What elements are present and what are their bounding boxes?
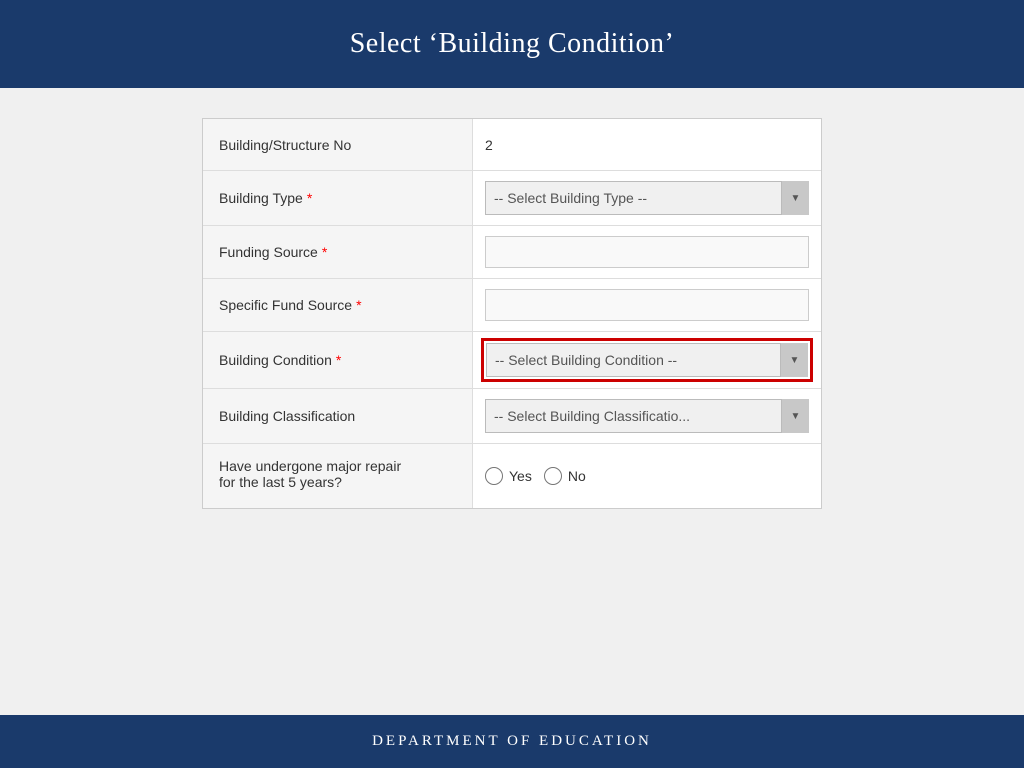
- row-major-repair: Have undergone major repair for the last…: [203, 444, 821, 508]
- label-building-type: Building Type *: [203, 171, 473, 225]
- row-building-structure-no: Building/Structure No 2: [203, 119, 821, 171]
- row-funding-source: Funding Source *: [203, 226, 821, 279]
- row-building-condition: Building Condition * -- Select Building …: [203, 332, 821, 389]
- value-specific-fund-source: [473, 279, 821, 331]
- building-classification-select-wrapper: -- Select Building Classificatio...: [485, 399, 809, 433]
- building-condition-select-wrapper: -- Select Building Condition --: [486, 343, 808, 377]
- label-specific-fund-source: Specific Fund Source *: [203, 279, 473, 331]
- radio-yes-label: Yes: [509, 468, 532, 484]
- footer-title: Department of Education: [372, 733, 652, 749]
- radio-yes[interactable]: [485, 467, 503, 485]
- radio-no-label: No: [568, 468, 586, 484]
- major-repair-radio-group: Yes No: [485, 467, 586, 485]
- value-building-type: -- Select Building Type --: [473, 171, 821, 225]
- label-building-condition: Building Condition *: [203, 332, 473, 388]
- required-marker-building-type: *: [307, 190, 312, 206]
- funding-source-input[interactable]: [485, 236, 809, 268]
- radio-no[interactable]: [544, 467, 562, 485]
- building-structure-no-value: 2: [485, 137, 493, 153]
- building-type-select-wrapper: -- Select Building Type --: [485, 181, 809, 215]
- label-building-structure-no: Building/Structure No: [203, 119, 473, 170]
- radio-option-yes[interactable]: Yes: [485, 467, 532, 485]
- page-header: Select ‘Building Condition’: [0, 0, 1024, 88]
- header-title: Select ‘Building Condition’: [350, 28, 675, 59]
- label-building-classification: Building Classification: [203, 389, 473, 443]
- value-building-structure-no: 2: [473, 119, 821, 170]
- row-building-classification: Building Classification -- Select Buildi…: [203, 389, 821, 444]
- radio-option-no[interactable]: No: [544, 467, 586, 485]
- label-major-repair: Have undergone major repair for the last…: [203, 444, 473, 508]
- form-table: Building/Structure No 2 Building Type * …: [202, 118, 822, 509]
- page-footer: Department of Education: [0, 715, 1024, 768]
- value-building-condition: -- Select Building Condition --: [473, 332, 821, 388]
- building-condition-highlight-wrapper: -- Select Building Condition --: [481, 338, 813, 382]
- specific-fund-source-input[interactable]: [485, 289, 809, 321]
- value-major-repair: Yes No: [473, 444, 821, 508]
- required-marker-specific-fund-source: *: [356, 297, 361, 313]
- row-building-type: Building Type * -- Select Building Type …: [203, 171, 821, 226]
- building-type-select[interactable]: -- Select Building Type --: [485, 181, 809, 215]
- building-condition-select[interactable]: -- Select Building Condition --: [486, 343, 808, 377]
- building-classification-select[interactable]: -- Select Building Classificatio...: [485, 399, 809, 433]
- required-marker-funding-source: *: [322, 244, 327, 260]
- main-content: Building/Structure No 2 Building Type * …: [0, 88, 1024, 715]
- label-funding-source: Funding Source *: [203, 226, 473, 278]
- value-funding-source: [473, 226, 821, 278]
- row-specific-fund-source: Specific Fund Source *: [203, 279, 821, 332]
- required-marker-building-condition: *: [336, 352, 341, 368]
- value-building-classification: -- Select Building Classificatio...: [473, 389, 821, 443]
